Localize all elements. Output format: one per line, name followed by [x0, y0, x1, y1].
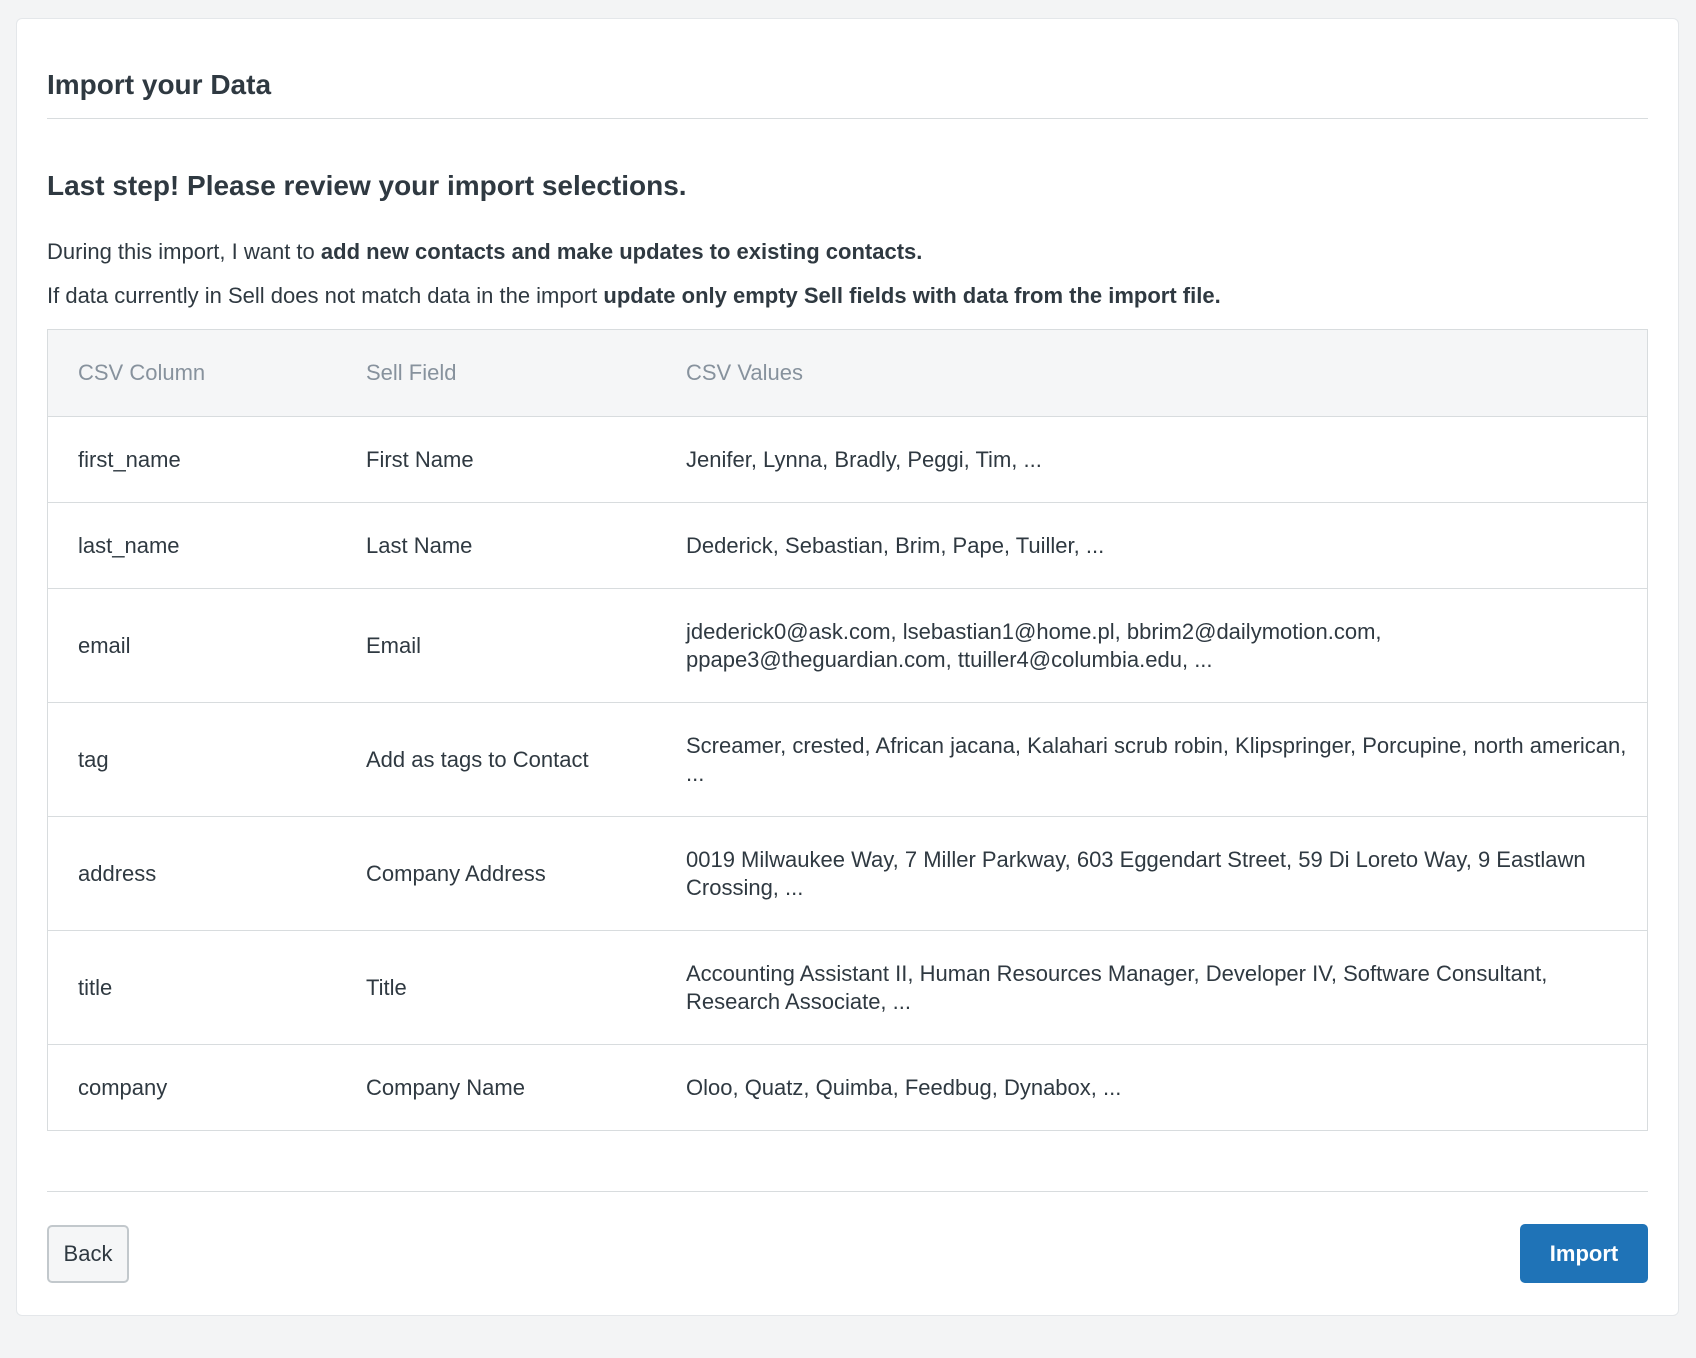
- csv-column-cell: first_name: [78, 446, 181, 472]
- table-row: email Email jdederick0@ask.com, lsebasti…: [48, 588, 1647, 702]
- csv-values-cell: Oloo, Quatz, Quimba, Feedbug, Dynabox, .…: [686, 1074, 1122, 1100]
- column-header-csv-column: CSV Column: [78, 360, 206, 385]
- sell-field-cell: Email: [366, 632, 422, 658]
- csv-column-cell: company: [78, 1074, 168, 1100]
- import-button[interactable]: Import: [1520, 1224, 1648, 1283]
- import-card: Import your Data Last step! Please revie…: [16, 18, 1679, 1316]
- header-divider: [47, 118, 1648, 119]
- csv-column-cell: email: [78, 632, 131, 658]
- sell-field-cell: Title: [366, 974, 407, 1000]
- mapping-table: CSV Column Sell Field CSV Values first_n…: [47, 329, 1648, 1131]
- sell-field-cell: Company Name: [366, 1074, 525, 1100]
- sell-field-cell: Last Name: [366, 532, 473, 558]
- table-header-row: CSV Column Sell Field CSV Values: [48, 330, 1647, 416]
- back-button[interactable]: Back: [47, 1225, 129, 1283]
- csv-values-cell: Jenifer, Lynna, Bradly, Peggi, Tim, ...: [686, 446, 1042, 472]
- conflict-rule-prefix: If data currently in Sell does not match…: [47, 283, 604, 308]
- csv-values-cell: Dederick, Sebastian, Brim, Pape, Tuiller…: [686, 532, 1105, 558]
- csv-column-cell: address: [78, 860, 157, 886]
- footer-divider: [47, 1191, 1648, 1192]
- sell-field-cell: Company Address: [366, 860, 546, 886]
- sell-field-cell: First Name: [366, 446, 474, 472]
- csv-values-cell: 0019 Milwaukee Way, 7 Miller Parkway, 60…: [686, 846, 1586, 900]
- csv-values-cell: Accounting Assistant II, Human Resources…: [686, 960, 1548, 1014]
- table-row: title Title Accounting Assistant II, Hum…: [48, 930, 1647, 1044]
- column-header-sell-field: Sell Field: [366, 360, 457, 385]
- csv-values-cell: jdederick0@ask.com, lsebastian1@home.pl,…: [686, 618, 1382, 672]
- table-row: tag Add as tags to Contact Screamer, cre…: [48, 702, 1647, 816]
- conflict-rule-value: update only empty Sell fields with data …: [603, 283, 1221, 308]
- page-title: Import your Data: [47, 69, 272, 100]
- csv-column-cell: tag: [78, 746, 109, 772]
- table-row: address Company Address 0019 Milwaukee W…: [48, 816, 1647, 930]
- import-mode-value: add new contacts and make updates to exi…: [320, 239, 923, 264]
- sell-field-cell: Add as tags to Contact: [366, 746, 589, 772]
- review-heading: Last step! Please review your import sel…: [47, 170, 687, 201]
- import-mode-prefix: During this import, I want to: [47, 239, 321, 264]
- csv-values-cell: Screamer, crested, African jacana, Kalah…: [686, 732, 1627, 786]
- column-header-csv-values: CSV Values: [686, 360, 803, 385]
- import-mode-text: During this import, I want to add new co…: [47, 239, 922, 265]
- conflict-rule-text: If data currently in Sell does not match…: [47, 283, 1221, 309]
- csv-column-cell: title: [78, 974, 113, 1000]
- csv-column-cell: last_name: [78, 532, 180, 558]
- table-row: company Company Name Oloo, Quatz, Quimba…: [48, 1044, 1647, 1130]
- table-row: last_name Last Name Dederick, Sebastian,…: [48, 502, 1647, 588]
- table-row: first_name First Name Jenifer, Lynna, Br…: [48, 416, 1647, 502]
